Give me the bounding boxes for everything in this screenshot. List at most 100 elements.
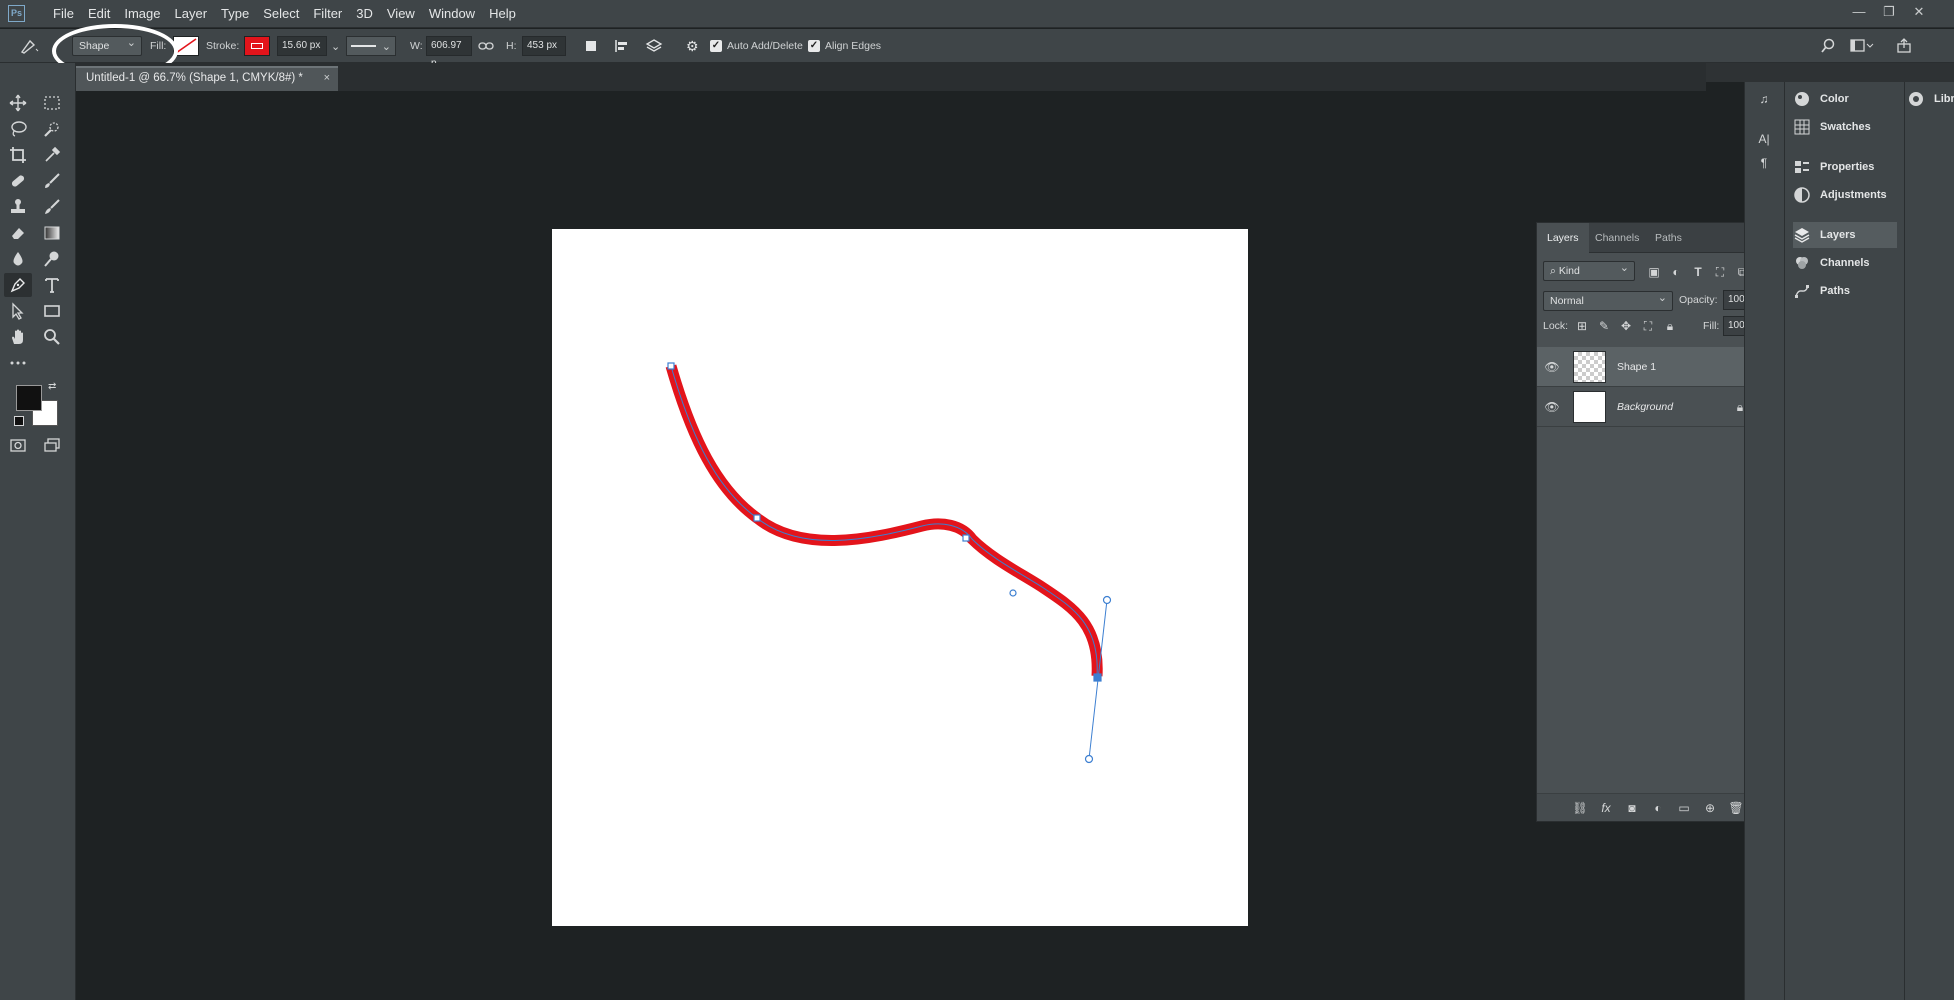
share-icon[interactable] [1896,29,1912,63]
filter-kind-dropdown[interactable]: ⌕ Kind [1543,259,1635,281]
lock-transparent-icon[interactable]: ⊞ [1573,317,1591,335]
eyedropper-tool-icon[interactable] [38,143,66,167]
link-layers-icon[interactable]: ⛓︎ [1571,799,1589,817]
crop-tool-icon[interactable] [4,143,32,167]
lock-artboard-icon[interactable]: ⛶ [1639,317,1657,335]
move-tool-icon[interactable] [4,91,32,115]
stroke-width-chevron-icon[interactable]: ⌄ [331,40,340,53]
lock-image-icon[interactable]: ✎ [1595,317,1613,335]
quick-mask-icon[interactable] [4,433,32,457]
path-selection-tool-icon[interactable] [4,299,32,323]
fx-icon[interactable]: fx [1597,799,1615,817]
character-icon[interactable]: A| [1755,130,1773,148]
menu-window[interactable]: Window [422,5,482,23]
pen-tool-preset-icon[interactable] [18,29,40,63]
paragraph-icon[interactable]: ¶ [1755,154,1773,172]
dock-channels[interactable]: Channels [1793,250,1870,276]
path-arrangement-icon[interactable] [644,29,664,63]
default-colors-icon[interactable] [14,416,24,426]
filter-type-icon[interactable]: T [1689,263,1707,281]
auto-add-delete-checkbox[interactable]: ✓ [710,40,722,52]
close-tab-icon[interactable]: × [324,68,330,89]
menu-filter[interactable]: Filter [306,5,349,23]
marquee-tool-icon[interactable] [38,91,66,115]
history-brush-tool-icon[interactable] [38,195,66,219]
zoom-tool-icon[interactable] [38,325,66,349]
layer-name[interactable]: Shape 1 [1617,347,1656,387]
dock-header [1706,63,1954,82]
clone-stamp-tool-icon[interactable] [4,195,32,219]
restore-button[interactable]: ❐ [1874,2,1904,24]
new-group-icon[interactable]: ▭ [1675,799,1693,817]
stroke-type-dropdown[interactable]: ⌄ [346,36,396,56]
anchor-point [962,534,970,542]
stroke-swatch[interactable] [244,36,270,56]
add-mask-icon[interactable]: ◙ [1623,799,1641,817]
blur-tool-icon[interactable] [4,247,32,271]
dock-properties[interactable]: Properties [1793,154,1874,180]
workspace-icon[interactable] [1850,29,1874,63]
dock-libraries[interactable]: Libraries [1907,86,1954,112]
tab-channels[interactable]: Channels [1585,223,1649,253]
path-alignment-icon[interactable] [614,29,630,63]
menu-file[interactable]: File [46,5,81,23]
eye-icon[interactable]: 👁︎ [1543,358,1561,376]
width-field[interactable]: 606.97 p [426,36,472,69]
blend-mode-dropdown[interactable]: Normal [1543,289,1673,311]
lasso-tool-icon[interactable] [4,117,32,141]
filter-adjustment-icon[interactable]: ◐ [1667,263,1685,281]
tab-paths[interactable]: Paths [1645,223,1692,253]
align-edges-checkbox[interactable]: ✓ [808,40,820,52]
menu-layer[interactable]: Layer [168,5,215,23]
eye-icon[interactable]: 👁︎ [1543,398,1561,416]
dock-swatches[interactable]: Swatches [1793,114,1871,140]
layer-name[interactable]: Background [1617,387,1673,427]
minimize-button[interactable]: — [1844,2,1874,24]
lock-all-icon[interactable]: 🔒︎ [1661,317,1679,335]
stroke-width-field[interactable]: 15.60 px [277,36,327,56]
filter-pixel-icon[interactable]: ▣ [1645,263,1663,281]
menu-image[interactable]: Image [117,5,167,23]
search-icon[interactable] [1820,29,1836,63]
gradient-tool-icon[interactable] [38,221,66,245]
menu-3d[interactable]: 3D [349,5,380,23]
link-dimensions-icon[interactable] [478,29,494,63]
menu-bar: Ps File Edit Image Layer Type Select Fil… [0,0,1954,28]
new-layer-icon[interactable]: ⊕ [1701,799,1719,817]
path-operations-icon[interactable] [584,29,598,63]
adjustment-layer-icon[interactable]: ◐ [1649,799,1667,817]
rectangle-tool-icon[interactable] [38,299,66,323]
tab-layers[interactable]: Layers [1537,223,1589,253]
quick-selection-tool-icon[interactable] [38,117,66,141]
dock-adjustments[interactable]: Adjustments [1793,182,1887,208]
swap-colors-icon[interactable]: ⇄ [48,381,56,392]
menu-view[interactable]: View [380,5,422,23]
dock-layers[interactable]: Layers [1793,222,1897,248]
dock-color[interactable]: Color [1793,86,1849,112]
brush-tool-icon[interactable] [38,169,66,193]
menu-select[interactable]: Select [256,5,306,23]
lock-position-icon[interactable]: ✥ [1617,317,1635,335]
close-button[interactable]: ✕ [1904,2,1934,24]
menu-edit[interactable]: Edit [81,5,117,23]
dodge-tool-icon[interactable] [38,247,66,271]
history-icon[interactable]: ♫ [1755,90,1773,108]
screen-mode-icon[interactable] [38,433,66,457]
eraser-tool-icon[interactable] [4,221,32,245]
dock-paths[interactable]: Paths [1793,278,1850,304]
hand-tool-icon[interactable] [4,325,32,349]
document-tab[interactable]: Untitled-1 @ 66.7% (Shape 1, CMYK/8#) * … [76,66,338,91]
filter-shape-icon[interactable]: ⛶ [1711,263,1729,281]
type-tool-icon[interactable] [38,273,66,297]
gear-icon[interactable]: ⚙ [686,29,699,63]
healing-brush-tool-icon[interactable] [4,169,32,193]
trash-icon[interactable]: 🗑︎ [1727,799,1745,817]
menu-type[interactable]: Type [214,5,256,23]
document-canvas[interactable] [552,229,1248,926]
shape-path[interactable] [552,229,1248,926]
more-tools-icon[interactable] [4,351,32,375]
menu-help[interactable]: Help [482,5,523,23]
height-field[interactable]: 453 px [522,36,566,56]
photoshop-logo-icon[interactable]: Ps [8,5,25,22]
pen-tool-icon[interactable] [4,273,32,297]
